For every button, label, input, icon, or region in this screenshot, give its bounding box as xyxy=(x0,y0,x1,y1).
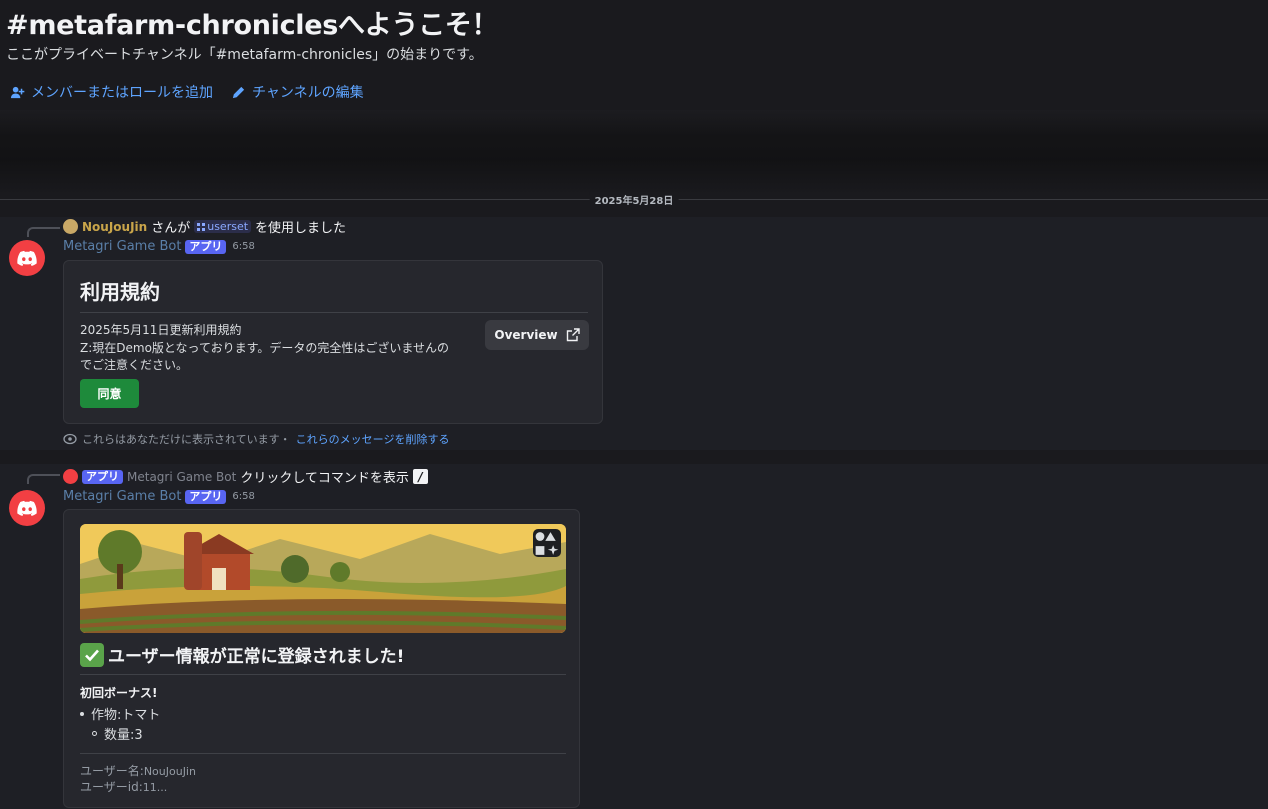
userid-footer: ユーザーid:11... xyxy=(80,778,167,795)
agree-button[interactable]: 同意 xyxy=(80,379,139,408)
list-item-quantity: 数量:3 xyxy=(92,724,143,743)
message-header: Metagri Game Bot アプリ 6:58 xyxy=(63,239,255,254)
app-tag: アプリ xyxy=(82,469,123,484)
message-terms: NouJouJin さんが userset を使用しました Metagri Ga… xyxy=(0,217,1268,450)
userid-label: ユーザーid: xyxy=(80,780,143,794)
channel-welcome: #metafarm-chroniclesへようこそ！ ここがプライベートチャンネ… xyxy=(0,0,1268,200)
crop-text: 作物:トマト xyxy=(91,708,161,723)
add-member-button[interactable]: メンバーまたはロールを追加 xyxy=(10,82,213,102)
reply-suffix-text: を使用しました xyxy=(255,221,347,236)
add-member-label: メンバーまたはロールを追加 xyxy=(31,85,213,101)
image-options-button[interactable] xyxy=(533,529,561,557)
overview-label: Overview xyxy=(494,328,558,342)
bullet-icon xyxy=(80,711,84,716)
reply-command-hint[interactable]: クリックしてコマンドを表示 xyxy=(240,467,409,486)
card-separator xyxy=(80,674,566,675)
command-reference[interactable]: アプリ Metagri Game Bot クリックしてコマンドを表示 / xyxy=(63,467,428,486)
ephemeral-text: これらはあなただけに表示されています・ xyxy=(82,433,291,446)
userid-value: 11... xyxy=(142,781,168,794)
slash-command-icon: / xyxy=(412,469,428,484)
command-reference[interactable]: NouJouJin さんが userset を使用しました xyxy=(63,217,346,236)
check-mark-icon xyxy=(80,642,104,667)
message-registration: アプリ Metagri Game Bot クリックしてコマンドを表示 / Met… xyxy=(0,464,1268,809)
edit-channel-label: チャンネルの編集 xyxy=(252,85,364,101)
bot-avatar[interactable] xyxy=(9,240,45,276)
terms-title: 利用規約 xyxy=(80,280,160,304)
farm-illustration xyxy=(80,524,566,633)
bot-avatar[interactable] xyxy=(9,490,45,526)
welcome-actions: メンバーまたはロールを追加 チャンネルの編集 xyxy=(10,82,364,102)
discord-logo-icon xyxy=(17,250,37,266)
registration-card: ユーザー情報が正常に登録されました! 初回ボーナス! 作物:トマト 数量:3 ユ… xyxy=(63,509,580,808)
sub-bullet-icon xyxy=(92,731,97,736)
terms-line-2: Z:現在Demo版となっております。データの完全性はございませんの xyxy=(80,341,450,355)
user-mini-avatar xyxy=(63,219,78,234)
welcome-subtitle: ここがプライベートチャンネル「#metafarm-chronicles」の始まり… xyxy=(6,47,483,63)
command-name: userset xyxy=(207,220,249,233)
reply-connector xyxy=(27,227,60,237)
blurred-region xyxy=(0,110,1268,195)
discord-logo-icon xyxy=(17,500,37,516)
card-separator xyxy=(80,753,566,754)
external-link-icon xyxy=(566,328,580,342)
command-icon xyxy=(197,222,206,231)
card-separator xyxy=(80,312,588,313)
pencil-icon xyxy=(232,86,245,98)
edit-channel-button[interactable]: チャンネルの編集 xyxy=(231,82,364,102)
terms-line-3: でご注意ください。 xyxy=(80,358,189,372)
welcome-title: #metafarm-chroniclesへようこそ！ xyxy=(6,10,499,41)
timestamp[interactable]: 6:58 xyxy=(232,491,254,502)
bot-mini-avatar xyxy=(63,469,78,484)
add-member-icon xyxy=(10,86,25,98)
reply-mid-text: さんが xyxy=(151,221,191,236)
terms-card: 利用規約 2025年5月11日更新利用規約 Z:現在Demo版となっております。… xyxy=(63,260,603,424)
list-item-crop: 作物:トマト xyxy=(80,704,160,723)
quantity-text: 数量:3 xyxy=(104,728,143,743)
message-header: Metagri Game Bot アプリ 6:58 xyxy=(63,489,255,504)
message-gap xyxy=(0,450,1268,464)
bonus-label: 初回ボーナス! xyxy=(80,686,158,700)
dismiss-messages-link[interactable]: これらのメッセージを削除する xyxy=(296,431,450,447)
command-pill[interactable]: userset xyxy=(194,220,252,233)
author-name[interactable]: Metagri Game Bot xyxy=(63,489,181,504)
ephemeral-notice: これらはあなただけに表示されています・ これらのメッセージを削除する xyxy=(63,431,449,447)
app-tag: アプリ xyxy=(185,489,227,504)
image-options-icon xyxy=(535,531,559,555)
username-value: NouJouJin xyxy=(143,765,196,778)
overview-button[interactable]: Overview xyxy=(485,320,589,350)
eye-icon xyxy=(63,433,77,445)
success-title-text: ユーザー情報が正常に登録されました! xyxy=(108,647,405,667)
app-tag: アプリ xyxy=(185,239,227,254)
success-title: ユーザー情報が正常に登録されました! xyxy=(80,642,404,667)
username-footer: ユーザー名:NouJouJin xyxy=(80,762,196,779)
reply-username[interactable]: NouJouJin xyxy=(82,220,147,234)
timestamp[interactable]: 6:58 xyxy=(232,241,254,252)
reply-bot-name[interactable]: Metagri Game Bot xyxy=(127,470,236,484)
date-divider: 2025年5月28日 xyxy=(589,192,679,207)
farm-banner-image[interactable] xyxy=(80,524,566,633)
terms-line-1: 2025年5月11日更新利用規約 xyxy=(80,323,242,337)
author-name[interactable]: Metagri Game Bot xyxy=(63,239,181,254)
reply-connector xyxy=(27,474,60,484)
username-label: ユーザー名: xyxy=(80,764,144,778)
